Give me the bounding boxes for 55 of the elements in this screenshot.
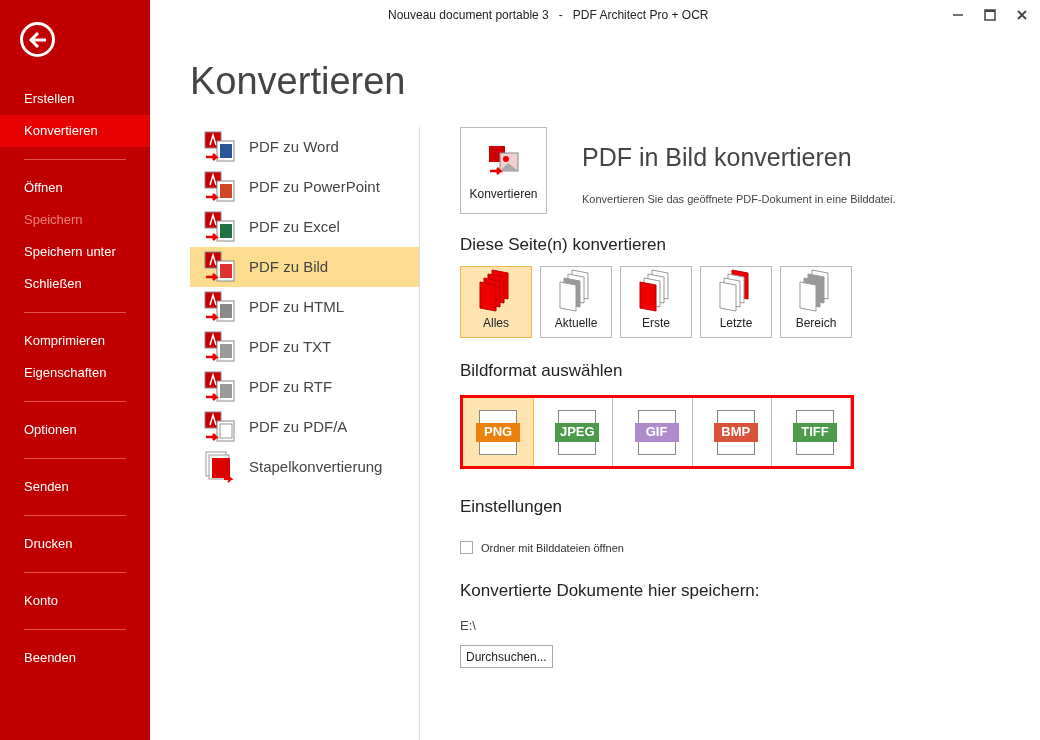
conversion-item[interactable]: PDF zu PDF/A — [190, 407, 419, 447]
conversion-item[interactable]: PDF zu Excel — [190, 207, 419, 247]
section-heading: Diese Seite(n) konvertieren — [460, 234, 667, 256]
sidebar-item[interactable]: Erstellen — [0, 83, 150, 115]
back-icon[interactable] — [20, 22, 55, 57]
convert-icon — [204, 371, 236, 403]
sidebar-item[interactable]: Optionen — [0, 414, 150, 446]
section-heading: Bildformat auswählen — [460, 359, 624, 382]
convert-icon — [204, 251, 236, 283]
convert-icon — [204, 411, 236, 443]
convert-button[interactable]: Konvertieren — [460, 127, 547, 214]
conversion-item[interactable]: PDF zu Bild — [190, 247, 419, 287]
sidebar-item[interactable]: Öffnen — [0, 172, 150, 204]
maximize-icon[interactable] — [984, 9, 996, 21]
conversion-item[interactable]: PDF zu Word — [190, 127, 419, 167]
detail-title: PDF in Bild konvertieren — [582, 142, 853, 173]
convert-icon — [204, 291, 236, 323]
conversion-item[interactable]: PDF zu HTML — [190, 287, 419, 327]
sidebar-item[interactable]: Speichern unter — [0, 236, 150, 268]
image-convert-icon — [487, 145, 520, 177]
window-title: Nouveau document portable 3 - PDF Architect Pro + OCR — [388, 7, 709, 24]
sidebar-item[interactable]: Drucken — [0, 528, 150, 560]
page-range-button[interactable]: Bereich — [780, 265, 852, 338]
page-range-button[interactable]: Erste — [620, 265, 692, 338]
sidebar-item[interactable]: Komprimieren — [0, 325, 150, 357]
save-path: E:\ — [460, 616, 477, 635]
page-range-button[interactable]: Alles — [460, 265, 532, 338]
detail-description: Konvertieren Sie das geöffnete PDF-Dokument in eine Bilddatei. — [582, 191, 896, 207]
section-heading: Einstellungen — [460, 496, 564, 518]
page-range-button[interactable]: Aktuelle — [540, 265, 612, 338]
sidebar-item[interactable]: Senden — [0, 471, 150, 503]
conversion-item[interactable]: PDF zu RTF — [190, 367, 419, 407]
sidebar-item[interactable]: Schließen — [0, 268, 150, 300]
convert-icon — [204, 131, 236, 163]
convert-icon — [204, 171, 236, 203]
conversion-item[interactable]: PDF zu TXT — [190, 327, 419, 367]
page-title: Konvertieren — [190, 62, 407, 100]
convert-icon — [204, 211, 236, 243]
format-button[interactable]: TIFF — [779, 398, 851, 466]
sidebar-item[interactable]: Konvertieren — [0, 115, 150, 147]
convert-icon — [204, 451, 236, 483]
sidebar-item[interactable]: Beenden — [0, 642, 150, 674]
conversion-item[interactable]: PDF zu PowerPoint — [190, 167, 419, 207]
page-range-button[interactable]: Letzte — [700, 265, 772, 338]
sidebar-item[interactable]: Konto — [0, 585, 150, 617]
section-heading: Konvertierte Dokumente hier speichern: — [460, 580, 761, 602]
format-button[interactable]: BMP — [700, 398, 772, 466]
convert-icon — [204, 331, 236, 363]
conversion-item[interactable]: Stapelkonvertierung — [190, 447, 419, 487]
sidebar-item[interactable]: Eigenschaften — [0, 357, 150, 389]
browse-button[interactable]: Durchsuchen... — [460, 645, 553, 668]
format-button[interactable]: JPEG — [542, 398, 614, 466]
checkbox-label: Ordner mit Bilddateien öffnen — [481, 540, 624, 556]
checkbox[interactable] — [460, 541, 473, 555]
close-icon[interactable] — [1016, 9, 1028, 21]
